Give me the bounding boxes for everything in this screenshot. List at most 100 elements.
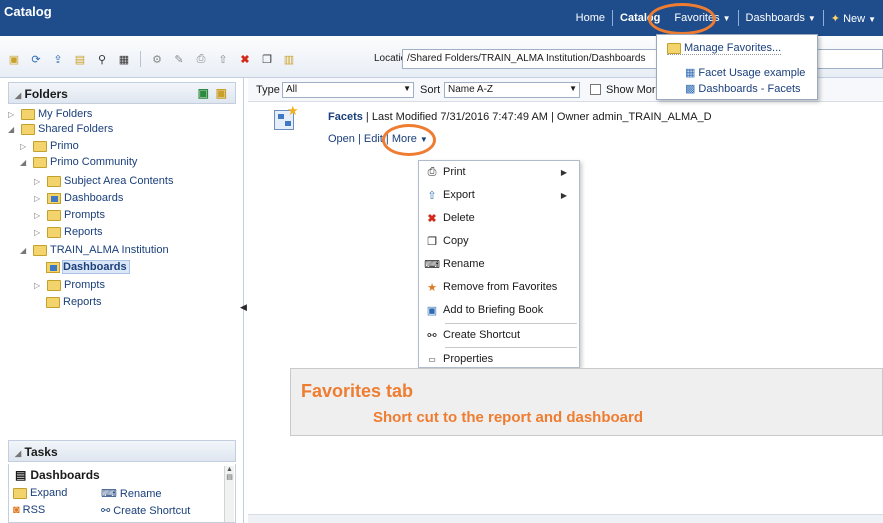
- menu-item-label: Create Shortcut: [443, 329, 521, 341]
- tree-item-label: Reports: [64, 226, 103, 238]
- delete-icon: ✖: [427, 212, 437, 225]
- expand-icon[interactable]: ▷: [34, 194, 44, 203]
- tree-item-reports-2[interactable]: Reports: [46, 296, 102, 308]
- nav-home[interactable]: Home: [569, 12, 612, 24]
- expand-icon[interactable]: ▷: [34, 177, 44, 186]
- menu-item-label: Dashboards - Facets: [698, 82, 801, 95]
- tree-item-prompts-2[interactable]: ▷ Prompts: [34, 279, 105, 291]
- tree-item-label: My Folders: [38, 108, 93, 120]
- show-more-checkbox[interactable]: [590, 84, 601, 95]
- tree-item-label: Subject Area Contents: [64, 175, 174, 187]
- nav-new[interactable]: ✦ New ▼: [824, 12, 883, 25]
- collapse-icon[interactable]: ◢: [20, 246, 30, 255]
- paste-icon[interactable]: ▥: [281, 51, 297, 67]
- tree-item-subject-area-contents[interactable]: ▷ Subject Area Contents: [34, 175, 173, 187]
- expand-icon[interactable]: ▷: [34, 281, 44, 290]
- sort-select[interactable]: Name A-Z ▼: [444, 82, 580, 98]
- refresh-icon[interactable]: ⟳: [28, 51, 44, 67]
- menu-item-delete[interactable]: ✖ Delete: [425, 211, 474, 225]
- tree-item-dashboards-selected[interactable]: Dashboards: [46, 260, 130, 274]
- nav-dashboards[interactable]: Dashboards ▼: [739, 12, 823, 24]
- export-icon: ⇧: [427, 189, 437, 202]
- task-rename[interactable]: ⌨ Rename: [101, 487, 161, 501]
- tree-item-label: TRAIN_ALMA Institution: [50, 244, 169, 256]
- tree-item-label: Primo: [50, 140, 79, 152]
- folder-tree-icon-2[interactable]: ▣: [216, 86, 227, 100]
- menu-item-print[interactable]: ⎙ Print: [425, 165, 466, 179]
- submenu-arrow-icon: ▶: [560, 191, 567, 200]
- rename-icon: ⌨: [424, 258, 440, 271]
- menu-item-export[interactable]: ⇧ Export: [425, 188, 474, 202]
- folder-tree-icon[interactable]: ▣: [198, 86, 209, 100]
- print-icon[interactable]: ⎙: [193, 51, 209, 67]
- collapse-icon[interactable]: ◢: [20, 158, 30, 167]
- tree-item-my-folders[interactable]: ▷ My Folders: [8, 108, 92, 120]
- menu-item-properties[interactable]: ▭ Properties: [425, 352, 493, 366]
- menu-item-create-shortcut[interactable]: ⚯ Create Shortcut: [425, 328, 520, 342]
- tasks-section-label: Dashboards: [30, 468, 100, 482]
- new-item-icon[interactable]: ▣: [6, 51, 22, 67]
- item-name[interactable]: Facets: [328, 111, 363, 123]
- dashboard-icon: ▩: [685, 83, 696, 95]
- expand-icon[interactable]: ▷: [8, 110, 18, 119]
- menu-item-remove-favorites[interactable]: ★ Remove from Favorites: [425, 280, 557, 294]
- menu-item-manage-favorites[interactable]: Manage Favorites...: [667, 42, 782, 55]
- menu-item-copy[interactable]: ❐ Copy: [425, 234, 469, 248]
- menu-item-label: Properties: [443, 353, 494, 365]
- folder-icon: [47, 279, 61, 291]
- document-icon: ▤: [15, 468, 27, 482]
- collapse-triangle-icon[interactable]: ◢: [15, 449, 21, 458]
- folder-icon: [33, 140, 47, 152]
- folder-view-icon[interactable]: ▤: [72, 51, 88, 67]
- menu-item-dashboards-facets[interactable]: ▩ Dashboards - Facets: [685, 82, 801, 96]
- type-select[interactable]: All ▼: [282, 82, 414, 98]
- toolbar-separator: [140, 51, 141, 67]
- sort-label: Sort: [420, 84, 441, 96]
- upload-icon[interactable]: ⇪: [50, 51, 66, 67]
- expand-icon[interactable]: ▷: [20, 142, 30, 151]
- tree-item-label: Dashboards: [64, 192, 124, 204]
- collapse-icon[interactable]: ◢: [8, 125, 18, 134]
- folder-icon: [13, 487, 27, 499]
- callout-title: Favorites tab: [301, 381, 414, 401]
- item-open-link[interactable]: Open: [328, 133, 355, 145]
- header-bar: Catalog Home Catalog Favorites ▼ Dashboar…: [0, 0, 883, 36]
- export-icon[interactable]: ⇧: [215, 51, 231, 67]
- edit-icon[interactable]: ✎: [171, 51, 187, 67]
- menu-separator: [445, 323, 577, 324]
- properties-icon[interactable]: ⚙: [149, 51, 165, 67]
- callout-subtitle: Short cut to the report and dashboard: [373, 409, 644, 426]
- tree-item-primo[interactable]: ▷ Primo: [20, 140, 79, 152]
- expand-icon[interactable]: ▷: [34, 211, 44, 220]
- delete-icon[interactable]: ✖: [237, 51, 253, 67]
- menu-item-briefing-book[interactable]: ▣ Add to Briefing Book: [425, 303, 544, 317]
- tasks-scrollbar[interactable]: ▲ ▤: [224, 466, 234, 522]
- panel-collapse-handle[interactable]: ◀: [240, 302, 247, 316]
- folder-icon: [21, 123, 35, 135]
- task-expand[interactable]: Expand: [13, 487, 67, 499]
- nav-new-label: New: [843, 12, 866, 25]
- folder-icon: [47, 226, 61, 238]
- tree-item-train-alma[interactable]: ◢ TRAIN_ALMA Institution: [20, 244, 169, 256]
- search-icon[interactable]: ⚲: [94, 51, 110, 67]
- tree-item-dashboards[interactable]: ▷ Dashboards: [34, 192, 123, 204]
- toolbar-icons: ▣ ⟳ ⇪ ▤ ⚲ ▦ ⚙ ✎ ⎙ ⇧ ✖ ❐ ▥: [6, 51, 297, 67]
- tree-item-shared-folders[interactable]: ◢ Shared Folders: [8, 123, 113, 135]
- submenu-arrow-icon: ▶: [560, 168, 567, 177]
- item-edit-link[interactable]: Edit: [364, 133, 383, 145]
- expand-icon[interactable]: ▷: [34, 228, 44, 237]
- tree-item-label: Reports: [63, 296, 102, 308]
- collapse-triangle-icon[interactable]: ◢: [15, 91, 21, 100]
- tasks-title: Tasks: [24, 445, 58, 459]
- menu-item-rename[interactable]: ⌨ Rename: [424, 257, 485, 271]
- task-rss[interactable]: ◙ RSS: [13, 504, 45, 516]
- tree-item-primo-community[interactable]: ◢ Primo Community: [20, 156, 137, 168]
- view-options-icon[interactable]: ▦: [116, 51, 132, 67]
- task-create-shortcut[interactable]: ⚯ Create Shortcut: [101, 504, 190, 518]
- copy-icon[interactable]: ❐: [259, 51, 275, 67]
- menu-item-facet-usage[interactable]: ▦ Facet Usage example: [685, 66, 805, 80]
- folders-header: ◢ Folders ▣ ▣: [8, 82, 236, 104]
- dashboard-folder-icon: [47, 192, 61, 204]
- tree-item-prompts[interactable]: ▷ Prompts: [34, 209, 105, 221]
- tree-item-reports[interactable]: ▷ Reports: [34, 226, 103, 238]
